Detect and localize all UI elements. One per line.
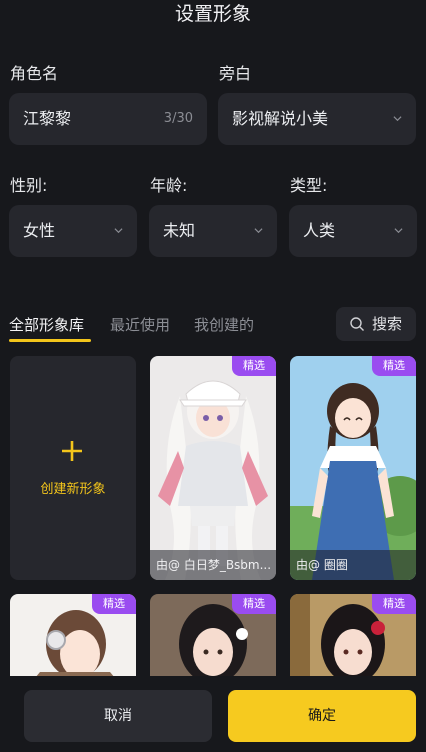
search-button[interactable]: 搜索 xyxy=(336,307,416,341)
avatar-card[interactable]: 精选 xyxy=(10,594,136,684)
card-caption: 由@ 圈圈 xyxy=(290,550,416,580)
plus-icon xyxy=(62,441,82,461)
cancel-button[interactable]: 取消 xyxy=(24,690,212,742)
search-label: 搜索 xyxy=(372,315,403,333)
voice-label: 旁白 xyxy=(219,64,252,83)
avatar-card[interactable]: 精选 xyxy=(150,594,276,684)
chevron-down-icon xyxy=(393,116,402,122)
search-icon xyxy=(350,317,364,331)
avatar-card[interactable]: 精选 由@ 圈圈 xyxy=(290,356,416,580)
chevron-down-icon xyxy=(394,228,403,234)
name-field[interactable]: 江黎黎 3/30 xyxy=(9,93,207,145)
type-select[interactable]: 人类 xyxy=(289,205,417,257)
age-select[interactable]: 未知 xyxy=(149,205,277,257)
featured-badge: 精选 xyxy=(232,356,276,376)
chevron-down-icon xyxy=(254,228,263,234)
gender-label: 性别: xyxy=(10,176,48,195)
gender-value: 女性 xyxy=(23,221,56,240)
featured-badge: 精选 xyxy=(232,594,276,614)
name-char-count: 3/30 xyxy=(163,111,193,126)
avatar-image xyxy=(150,356,276,580)
featured-badge: 精选 xyxy=(372,594,416,614)
create-avatar-label: 创建新形象 xyxy=(40,482,106,497)
type-label: 类型: xyxy=(290,176,328,195)
tab-recent[interactable]: 最近使用 xyxy=(110,314,170,335)
featured-badge: 精选 xyxy=(372,356,416,376)
card-caption: 由@ 白日梦_Bsbm... xyxy=(150,550,276,580)
age-value: 未知 xyxy=(163,221,196,240)
avatar-card[interactable]: 精选 xyxy=(290,594,416,684)
confirm-button[interactable]: 确定 xyxy=(228,690,416,742)
avatar-image xyxy=(290,356,416,580)
type-value: 人类 xyxy=(303,221,336,240)
creator-label: 由@ 白日梦_Bsbm... xyxy=(156,558,272,572)
avatar-card[interactable]: 精选 由@ 白日梦_Bsbm... xyxy=(150,356,276,580)
gender-select[interactable]: 女性 xyxy=(9,205,137,257)
tab-my-created[interactable]: 我创建的 xyxy=(194,314,254,335)
creator-label: 由@ 圈圈 xyxy=(296,558,348,572)
chevron-down-icon xyxy=(114,228,123,234)
voice-value: 影视解说小美 xyxy=(232,109,329,128)
featured-badge: 精选 xyxy=(92,594,136,614)
name-label: 角色名 xyxy=(10,64,59,83)
name-value: 江黎黎 xyxy=(23,109,72,128)
page-title: 设置形象 xyxy=(174,3,251,25)
tab-all-avatars[interactable]: 全部形象库 xyxy=(9,314,84,335)
create-avatar-card[interactable]: 创建新形象 xyxy=(10,356,136,580)
active-tab-indicator xyxy=(9,339,91,342)
age-label: 年龄: xyxy=(150,176,188,195)
voice-select[interactable]: 影视解说小美 xyxy=(218,93,416,145)
